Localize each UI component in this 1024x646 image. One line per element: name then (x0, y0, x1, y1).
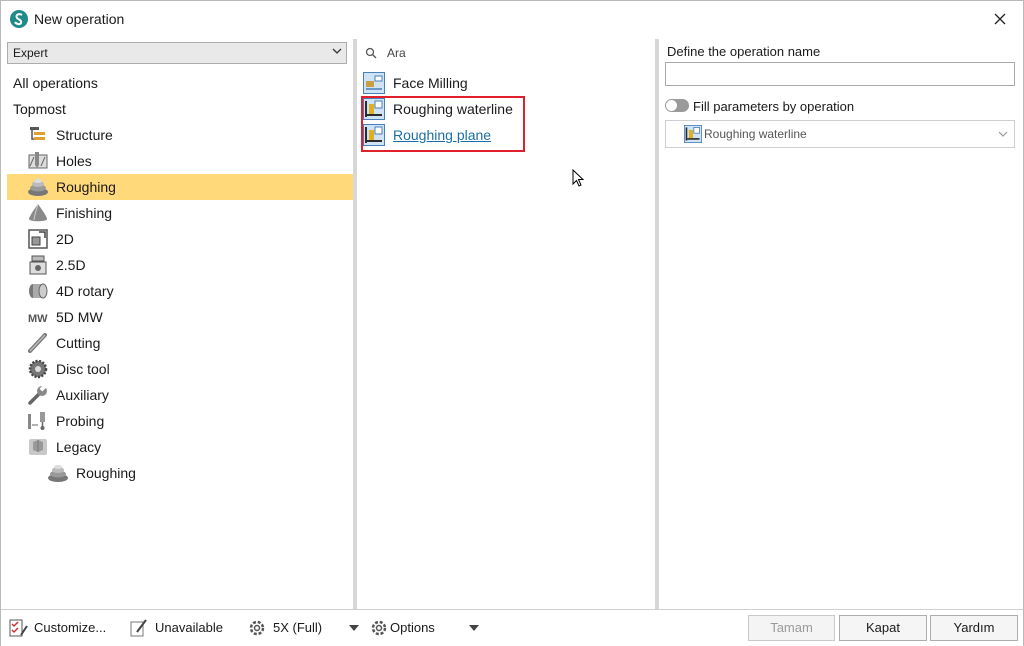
fill-parameters-label: Fill parameters by operation (693, 99, 855, 114)
mouse-cursor-icon (572, 169, 585, 187)
operation-search[interactable]: Ara (365, 45, 645, 63)
machine-mode-label: 5X (Full) (273, 620, 323, 635)
annotation-highlight-box (361, 96, 525, 152)
tree-item-label: Auxiliary (56, 387, 109, 403)
chevron-down-icon (332, 48, 342, 54)
search-label: Ara (387, 46, 406, 60)
search-icon (365, 47, 377, 59)
customize-icon (9, 619, 28, 637)
tree-item-label: 2D (56, 231, 74, 247)
fill-parameters-toggle[interactable] (665, 99, 689, 112)
unavailable-label: Unavailable (155, 620, 223, 635)
tree-item-roughing[interactable]: Roughing (7, 174, 353, 200)
wrench-icon (27, 384, 49, 405)
roughing-icon (27, 177, 49, 197)
tree-item-legacy[interactable]: Legacy (7, 434, 353, 460)
tree-item-label: Roughing (76, 465, 136, 481)
tree-item-disc-tool[interactable]: Disc tool (7, 356, 353, 382)
operations-list-pane: Ara Face Milling Roughing waterline Roug… (357, 39, 655, 609)
title-bar: New operation (1, 1, 1023, 37)
2-5d-icon (27, 255, 49, 275)
tree-item-label: 5D MW (56, 309, 103, 325)
svg-text:MW: MW (28, 313, 48, 325)
face-milling-icon (363, 72, 385, 94)
cutting-icon (27, 333, 49, 353)
tree-item-legacy-roughing[interactable]: Roughing (7, 460, 353, 486)
tree-item-label: Cutting (56, 335, 101, 351)
2d-icon (27, 229, 49, 249)
machine-mode-dropdown[interactable]: 5X (Full) (247, 618, 347, 638)
ok-button[interactable]: Tamam (748, 615, 835, 641)
holes-icon (27, 151, 49, 171)
operation-settings-pane: Define the operation name Fill parameter… (659, 39, 1023, 609)
tree-item-label: 2.5D (56, 257, 86, 273)
chevron-down-icon[interactable] (469, 625, 479, 631)
roughing-waterline-icon (684, 125, 702, 143)
chevron-down-icon (998, 131, 1008, 137)
tree-item-label: All operations (13, 75, 98, 91)
gear-icon (371, 620, 387, 636)
legacy-icon (27, 437, 49, 457)
tree-item-topmost[interactable]: Topmost (7, 96, 353, 122)
operation-name-label: Define the operation name (667, 44, 821, 59)
tree-item-holes[interactable]: Holes (7, 148, 353, 174)
new-operation-dialog: New operation Expert All operations Topm… (0, 0, 1024, 646)
unavailable-toggle[interactable]: Unavailable (129, 618, 229, 638)
customize-label: Customize... (34, 620, 107, 635)
fill-parameters-value: Roughing waterline (704, 127, 807, 141)
level-filter-value: Expert (13, 46, 48, 60)
chevron-down-icon[interactable] (349, 625, 359, 631)
options-label: Options (390, 620, 435, 635)
window-title: New operation (34, 11, 125, 27)
tree-item-auxiliary[interactable]: Auxiliary (7, 382, 353, 408)
tree-item-5d-mw[interactable]: MW 5D MW (7, 304, 353, 330)
tree-item-label: Probing (56, 413, 105, 429)
gear-icon (249, 620, 265, 636)
tree-item-2d[interactable]: 2D (7, 226, 353, 252)
roughing-icon (47, 463, 69, 483)
customize-button[interactable]: Customize... (9, 618, 109, 638)
close-icon (994, 13, 1006, 25)
tree-item-structure[interactable]: Structure (7, 122, 353, 148)
tree-item-label: Disc tool (56, 361, 110, 377)
tree-item-label: Holes (56, 153, 92, 169)
tree-item-4d-rotary[interactable]: 4D rotary (7, 278, 353, 304)
options-dropdown[interactable]: Options (369, 618, 459, 638)
category-tree-pane: Expert All operations Topmost Structure … (3, 39, 353, 609)
operation-name-input[interactable] (665, 62, 1015, 86)
fill-parameters-select[interactable]: Roughing waterline (665, 120, 1015, 148)
close-button[interactable]: Kapat (839, 615, 927, 641)
probing-icon (27, 411, 49, 431)
help-button[interactable]: Yardım (930, 615, 1018, 641)
tree-item-label: Structure (56, 127, 113, 143)
4d-rotary-icon (27, 281, 49, 301)
5d-mw-icon: MW (27, 307, 49, 327)
tree-item-label: 4D rotary (56, 283, 114, 299)
close-window-button[interactable] (983, 5, 1017, 33)
operation-label: Face Milling (393, 75, 468, 91)
unavailable-icon (130, 619, 147, 637)
dialog-footer: Customize... Unavailable 5X (Full) Optio… (1, 609, 1023, 646)
finishing-icon (27, 203, 49, 223)
disc-tool-icon (27, 359, 49, 379)
tree-item-2-5d[interactable]: 2.5D (7, 252, 353, 278)
app-logo-icon (10, 10, 28, 28)
tree-item-label: Topmost (13, 101, 66, 117)
structure-icon (27, 125, 49, 145)
tree-item-label: Legacy (56, 439, 102, 455)
operation-item-face-milling[interactable]: Face Milling (363, 71, 643, 95)
tree-item-label: Finishing (56, 205, 113, 221)
tree-item-finishing[interactable]: Finishing (7, 200, 353, 226)
tree-item-cutting[interactable]: Cutting (7, 330, 353, 356)
level-filter-select[interactable]: Expert (7, 42, 347, 64)
tree-item-all-operations[interactable]: All operations (7, 70, 353, 96)
tree-item-label: Roughing (56, 179, 116, 195)
toggle-knob (666, 100, 677, 111)
tree-item-probing[interactable]: Probing (7, 408, 353, 434)
